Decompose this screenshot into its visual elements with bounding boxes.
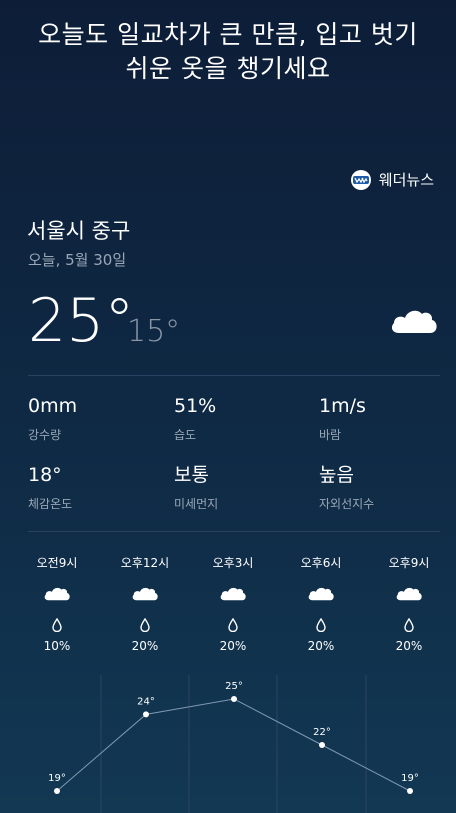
temperature-point [54,788,60,794]
precipitation-chance: 20% [131,639,159,653]
stat-precipitation: 0mm 강수량 [28,394,77,443]
stat-label: 습도 [174,428,197,442]
raindrop-icon [365,617,453,633]
temperature-point [231,696,237,702]
stat-value: 1m/s [319,395,366,417]
precipitation-chance: 20% [307,639,335,653]
cloud-icon [365,584,453,604]
headline: 오늘도 일교차가 큰 만큼, 입고 벗기 쉬운 옷을 챙기세요 [0,18,456,86]
stat-value: 18° [28,464,62,486]
temperature-label: 24° [137,696,155,707]
stat-wind: 1m/s 바람 [319,394,366,443]
stat-label: 미세먼지 [174,497,219,511]
stat-value: 높음 [319,464,354,486]
raindrop-icon [101,617,189,633]
temperature-point [319,742,325,748]
hourly-item[interactable]: 오후12시 20% [101,555,189,653]
hour-time: 오전9시 [36,556,78,570]
hour-time: 오후6시 [300,556,342,570]
hourly-item[interactable]: 오후6시 20% [277,555,365,653]
stat-label: 체감온도 [28,497,73,511]
cloud-icon [13,584,101,604]
brand-badge[interactable]: 웨더뉴스 [350,169,434,190]
precipitation-chance: 20% [219,639,247,653]
stat-humidity: 51% 습도 [174,394,216,443]
weathernews-logo-icon [350,169,371,190]
hour-time: 오후9시 [388,556,430,570]
cloud-icon [277,584,365,604]
temperature-point [407,788,413,794]
divider [28,531,440,532]
current-temperature: 25° [28,286,135,356]
stat-label: 바람 [319,428,342,442]
temperature-point [143,711,149,718]
stat-value: 0mm [28,395,78,417]
temperature-line [56,698,411,792]
temperature-label: 22° [313,727,331,738]
temperature-label: 19° [48,773,66,784]
hourly-item[interactable]: 오전9시 10% [13,555,101,653]
headline-line-2: 쉬운 옷을 챙기세요 [125,54,331,83]
stat-fine-dust: 보통 미세먼지 [174,463,218,512]
hourly-item[interactable]: 오후3시 20% [189,555,277,653]
cloud-icon [189,584,277,604]
cloud-icon [101,584,189,604]
precipitation-chance: 10% [43,639,71,653]
temperature-label: 25° [225,681,243,692]
stat-label: 강수량 [28,428,62,442]
hour-time: 오후3시 [212,556,254,570]
hour-time: 오후12시 [120,556,170,570]
stat-uv-index: 높음 자외선지수 [319,463,374,512]
stat-value: 51% [174,395,217,417]
stat-feels-like: 18° 체감온도 [28,463,72,512]
cloud-icon [389,305,439,339]
brand-name: 웨더뉴스 [378,171,434,189]
raindrop-icon [13,617,101,633]
divider [28,375,440,376]
date-label: 오늘, 5월 30일 [28,251,127,269]
hourly-temperature-graph: 19° 24° 25° 22° 19° [48,675,419,813]
stat-value: 보통 [174,464,209,486]
stat-label: 자외선지수 [319,497,375,511]
hourly-item[interactable]: 오후9시 20% [365,555,453,653]
precipitation-chance: 20% [395,639,423,653]
location-name[interactable]: 서울시 중구 [27,215,130,245]
raindrop-icon [189,617,277,633]
headline-line-1: 오늘도 일교차가 큰 만큼, 입고 벗기 [38,20,418,49]
temperature-label: 19° [401,773,419,784]
raindrop-icon [277,617,365,633]
low-temperature: 15° [127,314,181,349]
